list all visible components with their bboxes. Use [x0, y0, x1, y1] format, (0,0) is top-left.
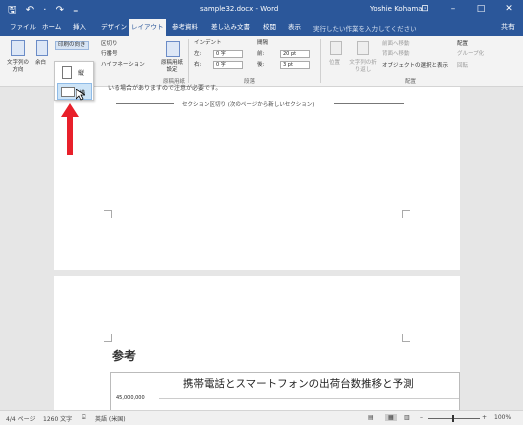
indent-title: インデント: [194, 40, 222, 46]
tab-file[interactable]: ファイル: [8, 19, 38, 36]
indent-right-label: 右:: [194, 62, 202, 68]
spacing-after-input[interactable]: 3 pt: [280, 61, 310, 69]
wrap-text-button[interactable]: 文字列の折り返し: [347, 60, 379, 74]
tab-references[interactable]: 参考資料: [170, 19, 200, 36]
selection-pane-button[interactable]: オブジェクトの選択と表示: [382, 63, 448, 70]
send-backward-button[interactable]: 背面へ移動: [382, 51, 410, 58]
document-heading: 参考: [112, 349, 137, 363]
manuscript-icon: [166, 41, 180, 57]
read-mode-icon[interactable]: ▤: [368, 414, 374, 421]
ribbon-display-options-icon[interactable]: ⊡: [411, 0, 439, 19]
tab-design[interactable]: デザイン: [99, 19, 129, 36]
minimize-button[interactable]: –: [439, 0, 467, 19]
proofing-icon[interactable]: ⌹: [82, 414, 86, 422]
chart-y-tick: 45,000,000: [116, 395, 145, 401]
chart-gridline: [159, 398, 459, 399]
line-numbers-button[interactable]: 行番号: [101, 51, 118, 58]
text-direction-icon: [11, 40, 25, 56]
landscape-option[interactable]: 横: [57, 83, 92, 100]
zoom-level[interactable]: 100%: [494, 414, 511, 421]
margin-corner-mark: [104, 210, 112, 218]
zoom-in-button[interactable]: +: [482, 414, 487, 421]
position-icon: [330, 41, 342, 55]
margin-corner-mark: [402, 334, 410, 342]
group-button[interactable]: グループ化: [457, 51, 484, 58]
quick-access-toolbar[interactable]: 🖫 ↶ · ↷ ₌: [8, 3, 81, 20]
spacing-after-label: 後:: [257, 62, 265, 68]
tab-layout[interactable]: レイアウト: [129, 19, 166, 36]
title-bar: 🖫 ↶ · ↷ ₌ sample32.docx - Word Yoshie Ko…: [0, 0, 523, 19]
text-direction-button[interactable]: 文字列の方向: [5, 60, 31, 74]
landscape-page-icon: [61, 87, 75, 97]
rotate-button[interactable]: 回転: [457, 63, 468, 70]
spacing-before-label: 前:: [257, 51, 265, 57]
print-layout-icon[interactable]: ▦: [385, 414, 397, 421]
section-break-label: セクション区切り (次のページから新しいセクション): [182, 102, 315, 108]
wrap-text-icon: [357, 41, 369, 55]
breaks-button[interactable]: 区切り: [101, 41, 118, 48]
section-break-line: [116, 103, 174, 104]
group-divider: [320, 39, 321, 83]
tab-home[interactable]: ホーム: [40, 19, 63, 36]
page-count[interactable]: 4/4 ページ: [6, 414, 35, 423]
zoom-slider-thumb[interactable]: [452, 415, 454, 422]
tab-review[interactable]: 校閲: [261, 19, 278, 36]
orientation-menu: 縦 横: [54, 61, 94, 101]
portrait-option[interactable]: 縦: [57, 64, 92, 81]
spacing-title: 間隔: [257, 40, 269, 46]
zoom-out-button[interactable]: –: [420, 414, 423, 421]
spacing-before-input[interactable]: 20 pt: [280, 50, 310, 58]
window-title: sample32.docx - Word: [200, 5, 279, 13]
tab-view[interactable]: 表示: [286, 19, 303, 36]
document-page[interactable]: 参考 携帯電話とスマートフォンの出荷台数推移と予測 45,000,000: [54, 276, 460, 410]
indent-left-input[interactable]: 0 字: [213, 50, 243, 58]
tab-mailings[interactable]: 差し込み文書: [209, 19, 252, 36]
tell-me-search[interactable]: 実行したい作業を入力してください: [313, 23, 417, 33]
margin-corner-mark: [402, 210, 410, 218]
section-break-line: [334, 103, 404, 104]
bring-forward-button[interactable]: 前面へ移動: [382, 41, 410, 48]
web-layout-icon[interactable]: ▥: [404, 414, 410, 421]
document-page[interactable]: いる場合がありますので注意が必要です。 セクション区切り (次のページから新しい…: [54, 85, 460, 270]
embedded-chart[interactable]: 携帯電話とスマートフォンの出荷台数推移と予測 45,000,000: [110, 372, 460, 410]
ribbon-tabs: ファイル ホーム 挿入 デザイン レイアウト 参考資料 差し込み文書 校閲 表示…: [0, 19, 523, 36]
tab-insert[interactable]: 挿入: [71, 19, 88, 36]
portrait-page-icon: [62, 66, 72, 79]
text-line: いる場合がありますので注意が必要です。: [108, 85, 222, 92]
close-button[interactable]: ✕: [495, 0, 523, 19]
position-button[interactable]: 位置: [329, 60, 340, 67]
language-indicator[interactable]: 英語 (米国): [95, 414, 126, 423]
hyphenation-button[interactable]: ハイフネーション: [101, 62, 145, 69]
margin-corner-mark: [104, 334, 112, 342]
status-bar: 4/4 ページ 1260 文字 ⌹ 英語 (米国) ▤ ▦ ▥ – + 100%: [0, 410, 523, 425]
paragraph-group-label: 段落: [244, 79, 256, 85]
maximize-button[interactable]: □: [467, 0, 495, 19]
margins-icon: [36, 40, 48, 56]
margins-button[interactable]: 余白: [35, 60, 46, 67]
indent-right-input[interactable]: 0 字: [213, 61, 243, 69]
indent-left-label: 左:: [194, 51, 202, 57]
share-button[interactable]: 共有: [501, 22, 515, 32]
word-count[interactable]: 1260 文字: [43, 414, 72, 423]
orientation-button[interactable]: 印刷の向き: [55, 41, 89, 50]
manuscript-settings-button[interactable]: 原稿用紙設定: [160, 60, 184, 74]
chart-title: 携帯電話とスマートフォンの出荷台数推移と予測: [183, 378, 414, 390]
group-divider: [188, 39, 189, 83]
arrange-group-label: 配置: [405, 79, 417, 85]
cursor-icon: [76, 89, 85, 101]
zoom-slider[interactable]: [428, 418, 480, 419]
red-arrow-icon: [61, 103, 79, 155]
align-button[interactable]: 配置: [457, 41, 468, 48]
